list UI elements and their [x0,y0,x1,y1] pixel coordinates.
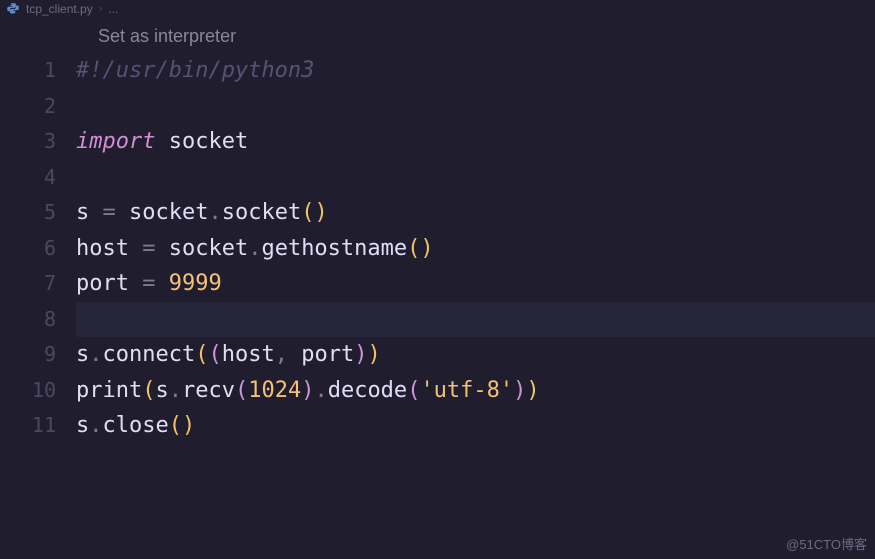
token-call: recv [182,378,235,403]
token-identifier: host [222,342,275,367]
token-punct: . [89,342,102,367]
token-paren: ) [301,378,314,403]
token-paren: ) [367,342,380,367]
line-number: 10 [32,373,56,409]
token-punct: . [208,200,221,225]
code-line-current[interactable] [76,302,875,338]
line-number: 1 [44,53,56,89]
code-line[interactable]: s = socket.socket() [76,195,875,231]
token-paren: ( [301,200,314,225]
token-paren: ( [407,236,420,261]
code-area[interactable]: 1 2 3 4 5 6 7 8 9 10 11 #!/usr/bin/pytho… [0,47,875,444]
breadcrumb-filename[interactable]: tcp_client.py [26,2,93,16]
token-paren: ( [142,378,155,403]
token-paren: ( [407,378,420,403]
token-paren: ) [420,236,433,261]
python-file-icon [6,2,20,16]
chevron-right-icon: › [99,3,103,15]
token-number: 9999 [155,271,221,296]
token-call: close [103,413,169,438]
token-paren: ( [235,378,248,403]
token-paren: ) [314,200,327,225]
code-lines[interactable]: #!/usr/bin/python3 import socket s = soc… [76,53,875,444]
token-call: decode [328,378,407,403]
token-call: connect [103,342,196,367]
token-identifier: socket [155,236,248,261]
line-number: 9 [44,337,56,373]
line-number: 4 [44,160,56,196]
token-paren: ) [182,413,195,438]
breadcrumb-trail[interactable]: ... [108,2,118,16]
code-line[interactable]: host = socket.gethostname() [76,231,875,267]
line-number: 2 [44,89,56,125]
line-number: 7 [44,266,56,302]
token-number: 1024 [248,378,301,403]
token-paren: ) [526,378,539,403]
token-operator: = [142,236,155,261]
token-punct: , [275,342,302,367]
token-identifier: port [76,271,142,296]
token-identifier: s [76,200,103,225]
token-string: 'utf-8' [420,378,513,403]
token-comment: #!/usr/bin/python3 [76,58,314,83]
token-call: print [76,378,142,403]
token-punct: . [89,413,102,438]
code-editor: tcp_client.py › ... Set as interpreter 1… [0,0,875,559]
token-identifier: host [76,236,142,261]
token-punct: . [314,378,327,403]
line-number-gutter: 1 2 3 4 5 6 7 8 9 10 11 [0,53,76,444]
code-line[interactable]: #!/usr/bin/python3 [76,53,875,89]
token-punct: . [169,378,182,403]
line-number: 11 [32,408,56,444]
token-identifier: socket [116,200,209,225]
code-line[interactable] [76,160,875,196]
token-paren: ( [169,413,182,438]
line-number: 8 [44,302,56,338]
token-identifier: port [301,342,354,367]
token-paren: ) [513,378,526,403]
token-call: socket [222,200,301,225]
code-line[interactable]: import socket [76,124,875,160]
token-identifier: s [76,413,89,438]
line-number: 5 [44,195,56,231]
token-operator: = [142,271,155,296]
code-line[interactable]: s.close() [76,408,875,444]
line-number: 3 [44,124,56,160]
breadcrumb[interactable]: tcp_client.py › ... [0,0,875,18]
code-line[interactable] [76,89,875,125]
token-operator: = [103,200,116,225]
watermark: @51CTO博客 [786,534,867,553]
interpreter-hint[interactable]: Set as interpreter [0,18,875,47]
token-keyword: import [76,129,155,154]
token-paren: ( [208,342,221,367]
code-line[interactable]: print(s.recv(1024).decode('utf-8')) [76,373,875,409]
token-identifier: s [155,378,168,403]
line-number: 6 [44,231,56,267]
token-call: gethostname [261,236,407,261]
code-line[interactable]: port = 9999 [76,266,875,302]
token-paren: ) [354,342,367,367]
token-paren: ( [195,342,208,367]
token-identifier: socket [155,129,248,154]
code-line[interactable]: s.connect((host, port)) [76,337,875,373]
token-punct: . [248,236,261,261]
token-identifier: s [76,342,89,367]
